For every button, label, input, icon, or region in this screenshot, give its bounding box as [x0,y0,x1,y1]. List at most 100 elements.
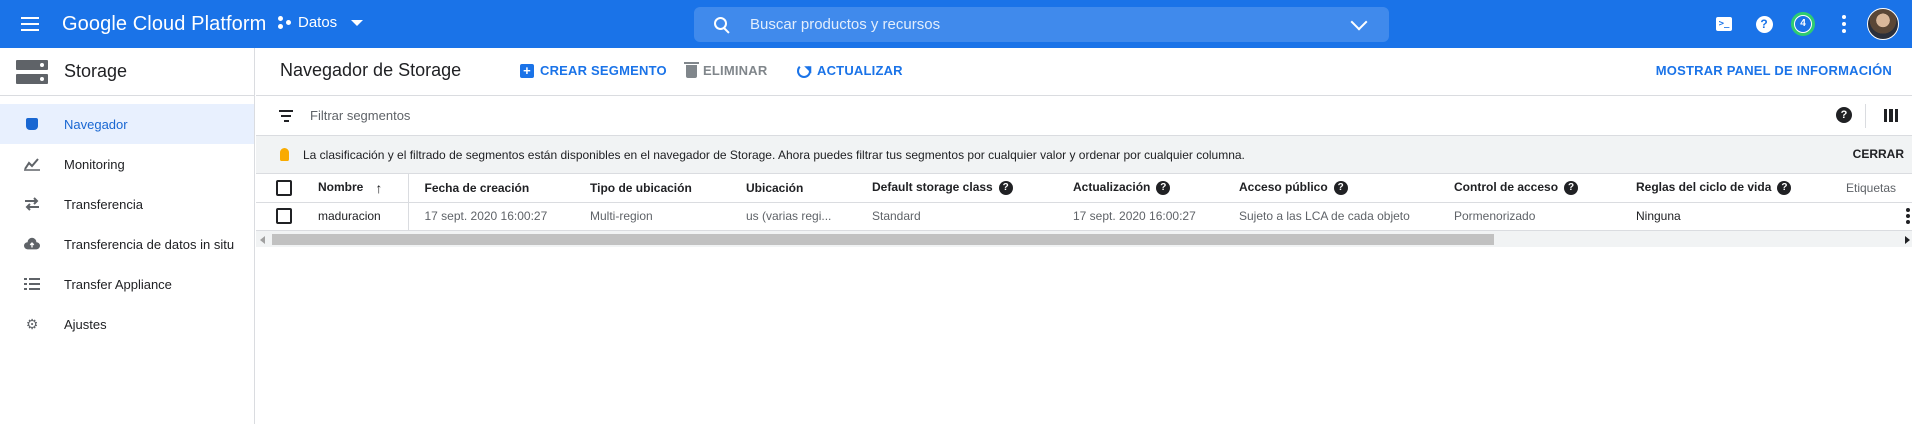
cell-access-control: Pormenorizado [1438,202,1620,231]
cell-location: us (varias regi... [730,202,856,231]
sidebar-item-label: Transfer Appliance [64,276,172,292]
sidebar-item-transfer-appliance[interactable]: Transfer Appliance [0,264,254,304]
help-icon[interactable]: ? [1333,181,1348,196]
column-header-ubicacion[interactable]: Ubicación [730,174,856,203]
help-icon[interactable]: ? [1777,181,1792,196]
terminal-icon: >_ [1716,17,1732,31]
column-header-actualizacion[interactable]: Actualización? [1057,174,1223,203]
help-icon[interactable]: ? [1836,107,1852,123]
delete-label: ELIMINAR [703,63,768,78]
top-bar: Google Cloud Platform Datos Buscar produ… [0,0,1912,48]
page-title: Navegador de Storage [280,60,462,80]
column-header-ciclo-vida[interactable]: Reglas del ciclo de vida? [1620,174,1830,203]
buckets-table: Nombre ↑ Fecha de creación Tipo de ubicac… [256,174,1912,231]
list-icon [24,276,40,292]
notification-count: 4 [1795,16,1811,32]
storage-icon [16,59,48,84]
sidebar-item-ajustes[interactable]: ⚙ Ajustes [0,304,254,344]
search-placeholder[interactable]: Buscar productos y recursos [750,16,1353,33]
filter-input[interactable] [310,108,1510,123]
add-box-icon: + [520,63,534,78]
notification-badge: 4 [1791,12,1815,36]
sidebar-item-label: Ajustes [64,316,107,332]
scroll-left-icon[interactable] [260,235,265,244]
cloud-shell-button[interactable]: >_ [1712,12,1736,36]
notifications-button[interactable]: 4 [1791,12,1815,36]
search-icon [712,15,732,35]
column-header-fecha[interactable]: Fecha de creación [408,174,574,203]
menu-icon[interactable] [18,12,42,36]
cell-public-access: Sujeto a las LCA de cada objeto [1223,202,1438,231]
sidebar-item-label: Navegador [64,116,128,132]
main-content: Navegador de Storage + CREAR SEGMENTO EL… [256,48,1912,424]
column-label: Acceso público [1239,180,1328,195]
scrollbar-thumb[interactable] [272,233,1494,245]
column-label: Reglas del ciclo de vida [1636,180,1772,195]
cell-labels [1830,202,1912,231]
column-header-acceso-publico[interactable]: Acceso público? [1223,174,1438,203]
info-banner: La clasificación y el filtrado de segmen… [256,136,1912,174]
delete-button[interactable]: ELIMINAR [684,62,768,78]
sidebar-item-label: Monitoring [64,156,125,172]
close-banner-button[interactable]: CERRAR [1853,147,1904,161]
sidebar-nav: Navegador Monitoring Transferencia Trans… [0,104,254,344]
help-icon[interactable]: ? [1564,181,1579,196]
lightbulb-icon [280,148,289,161]
swap-icon [24,196,40,212]
row-more-vert-icon[interactable] [1906,208,1912,224]
help-icon[interactable]: ? [998,181,1013,196]
help-button[interactable]: ? [1752,12,1776,36]
create-bucket-button[interactable]: + CREAR SEGMENTO [520,63,667,78]
sidebar-item-label: Transferencia [64,196,143,212]
sidebar-title: Storage [64,61,128,81]
table-row[interactable]: maduracion 17 sept. 2020 16:00:27 Multi-… [256,202,1912,231]
column-display-icon[interactable] [1884,109,1898,122]
create-bucket-label: CREAR SEGMENTO [540,63,667,78]
bucket-name-link[interactable]: maduracion [302,202,409,231]
cell-updated: 17 sept. 2020 16:00:27 [1057,202,1223,231]
avatar[interactable] [1867,8,1899,40]
divider [1865,104,1866,128]
column-header-etiquetas[interactable]: Etiquetas [1830,174,1912,203]
scroll-right-icon[interactable] [1905,235,1910,244]
column-label: Control de acceso [1454,180,1559,195]
column-label: Fecha de creación [424,180,530,195]
cell-created: 17 sept. 2020 16:00:27 [408,202,574,231]
refresh-label: ACTUALIZAR [817,63,903,78]
column-label: Ubicación [746,180,804,195]
help-icon: ? [1755,15,1773,33]
column-label: Tipo de ubicación [590,180,692,195]
sidebar-item-transferencia-in-situ[interactable]: Transferencia de datos in situ [0,224,254,264]
sidebar-header: Storage [0,48,254,96]
chart-icon [24,156,40,172]
gear-icon: ⚙ [25,315,39,332]
help-icon[interactable]: ? [1156,181,1171,196]
column-header-tipo-ubicacion[interactable]: Tipo de ubicación [574,174,730,203]
column-label: Default storage class [872,180,993,195]
bucket-icon [24,116,40,132]
brand-title[interactable]: Google Cloud Platform [62,13,266,36]
sidebar-item-transferencia[interactable]: Transferencia [0,184,254,224]
chevron-down-icon[interactable] [1350,13,1368,30]
caret-down-icon [351,19,364,26]
sidebar-item-monitoring[interactable]: Monitoring [0,144,254,184]
cloud-upload-icon [24,236,40,252]
column-header-nombre[interactable]: Nombre ↑ [302,174,409,203]
search-bar[interactable]: Buscar productos y recursos [694,7,1389,42]
column-header-control-acceso[interactable]: Control de acceso? [1438,174,1620,203]
more-vert-icon[interactable] [1832,12,1856,36]
column-label: Etiquetas [1846,180,1897,195]
show-info-panel-button[interactable]: MOSTRAR PANEL DE INFORMACIÓN [1656,63,1892,78]
sidebar-item-navegador[interactable]: Navegador [0,104,254,144]
project-dots-icon [278,15,292,30]
row-checkbox[interactable] [276,208,292,224]
horizontal-scrollbar[interactable] [256,230,1912,247]
refresh-button[interactable]: ACTUALIZAR [797,63,903,78]
cell-lifecycle: Ninguna [1620,202,1830,231]
table-header-row: Nombre ↑ Fecha de creación Tipo de ubicac… [256,174,1912,203]
column-label: Actualización [1073,180,1151,195]
project-selector[interactable]: Datos [278,14,364,31]
filter-icon [278,109,294,122]
column-header-storage-class[interactable]: Default storage class? [856,174,1057,203]
select-all-checkbox[interactable] [276,179,292,196]
